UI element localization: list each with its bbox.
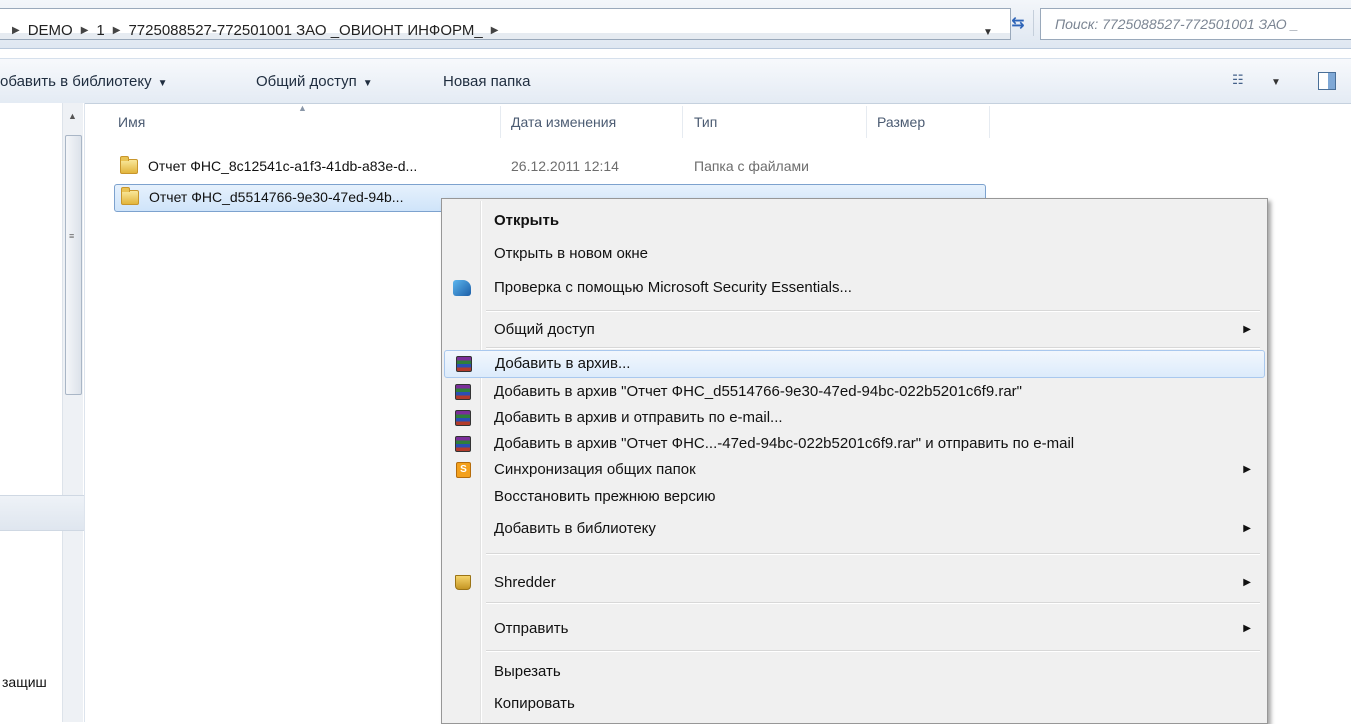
menu-item-open[interactable]: Открыть [444,208,1263,234]
menu-item-label: Вырезать [494,663,561,680]
column-header-size[interactable]: Размер [877,114,925,130]
menu-item-label: Синхронизация общих папок [494,461,696,478]
scrollbar-thumb[interactable]: ≡ [65,135,82,395]
file-name: Отчет ФНС_d5514766-9e30-47ed-94b... [149,189,404,205]
menu-item-share[interactable]: Общий доступ ▶ [444,317,1263,343]
refresh-button[interactable]: ⇆ [1003,10,1034,36]
column-header-type[interactable]: Тип [694,114,717,130]
add-to-library-label: обавить в библиотеку [0,73,152,90]
menu-item-label: Восстановить прежнюю версию [494,488,716,505]
breadcrumb-separator-icon[interactable]: ▶ [81,25,89,36]
menu-item-restore-previous-version[interactable]: Восстановить прежнюю версию [444,484,1263,510]
submenu-arrow-icon: ▶ [1243,577,1251,588]
search-placeholder: Поиск: 7725088527-772501001 ЗАО _ [1055,16,1299,32]
menu-item-label: Добавить в библиотеку [494,520,656,537]
sharepoint-sync-icon: S [456,462,471,478]
breadcrumb-separator-icon[interactable]: ▶ [113,25,121,36]
share-button[interactable]: Общий доступ ▼ [256,73,373,90]
sort-ascending-icon: ▲ [298,103,307,113]
address-dropdown-icon[interactable]: ▼ [983,27,993,38]
menu-separator [486,347,1260,349]
menu-item-shredder[interactable]: Shredder ▶ [444,570,1263,596]
winrar-icon [456,356,472,372]
menu-item-copy[interactable]: Копировать [444,691,1263,717]
file-type: Папка с файлами [694,158,809,174]
breadcrumb-separator-icon[interactable]: ▶ [12,25,20,36]
navigation-item-label[interactable]: защиш [2,674,47,690]
menu-item-label: Добавить в архив и отправить по e-mail..… [494,409,783,426]
breadcrumb[interactable]: ▶ DEMO ▶ 1 ▶ 7725088527-772501001 ЗАО _О… [0,8,1011,40]
menu-item-label: Открыть [494,212,560,229]
grip-icon: ≡ [69,231,75,241]
scroll-up-icon[interactable]: ▲ [68,111,77,121]
column-header-date[interactable]: Дата изменения [511,114,616,130]
menu-item-label: Проверка с помощью Microsoft Security Es… [494,279,852,296]
menu-item-label: Добавить в архив "Отчет ФНС...-47ed-94bc… [494,435,1075,452]
menu-item-archive-and-email[interactable]: Добавить в архив и отправить по e-mail..… [444,405,1263,431]
menu-item-sync-shared-folders[interactable]: S Синхронизация общих папок ▶ [444,457,1263,483]
winrar-icon [455,436,471,452]
security-essentials-icon [453,280,471,296]
shredder-icon [455,575,471,590]
navigation-section-divider [0,495,84,531]
folder-icon [121,187,139,205]
folder-icon [120,156,138,174]
new-folder-button[interactable]: Новая папка [443,73,530,90]
menu-item-label: Отправить [494,620,569,637]
chevron-down-icon: ▼ [362,78,373,89]
submenu-arrow-icon: ▶ [1243,523,1251,534]
menu-item-add-to-archive[interactable]: Добавить в архив... [444,350,1265,378]
menu-item-open-new-window[interactable]: Открыть в новом окне [444,241,1263,267]
menu-item-label: Добавить в архив... [495,355,631,372]
column-divider[interactable] [989,106,990,138]
menu-separator [486,310,1260,312]
chevron-down-icon[interactable]: ▼ [1271,77,1281,88]
winrar-icon [455,410,471,426]
search-input[interactable]: Поиск: 7725088527-772501001 ЗАО _ [1040,8,1351,40]
submenu-arrow-icon: ▶ [1243,623,1251,634]
menu-separator [486,650,1260,652]
context-menu: Открыть Открыть в новом окне Проверка с … [441,198,1268,724]
column-header-name[interactable]: Имя [118,114,145,130]
refresh-icon: ⇆ [1011,15,1025,32]
breadcrumb-item-demo[interactable]: DEMO [28,22,73,39]
command-bar: обавить в библиотеку ▼ Общий доступ ▼ Нова… [0,58,1351,104]
navigation-scrollbar[interactable]: ▲ ≡ [62,103,83,722]
column-divider[interactable] [500,106,501,138]
menu-item-cut[interactable]: Вырезать [444,659,1263,685]
add-to-library-button[interactable]: обавить в библиотеку ▼ [0,73,167,90]
new-folder-label: Новая папка [443,73,531,90]
share-label: Общий доступ [256,73,357,90]
menu-item-label: Shredder [494,574,556,591]
address-bar: ▶ DEMO ▶ 1 ▶ 7725088527-772501001 ЗАО _О… [0,0,1351,49]
file-date: 26.12.2011 12:14 [511,158,619,174]
breadcrumb-separator-icon[interactable]: ▶ [491,25,499,36]
menu-item-label: Добавить в архив "Отчет ФНС_d5514766-9e3… [494,383,1022,400]
column-headers: ▲ Имя Дата изменения Тип Размер [84,103,1351,143]
menu-separator [486,553,1260,555]
breadcrumb-item-1[interactable]: 1 [96,22,104,39]
breadcrumb-item-company[interactable]: 7725088527-772501001 ЗАО _ОВИОНТ ИНФОРМ_ [128,22,482,39]
file-name: Отчет ФНС_8c12541c-a1f3-41db-a83e-d... [148,158,418,174]
column-divider[interactable] [682,106,683,138]
submenu-arrow-icon: ▶ [1243,464,1251,475]
menu-item-security-scan[interactable]: Проверка с помощью Microsoft Security Es… [444,275,1263,301]
winrar-icon [455,384,471,400]
preview-pane-icon[interactable] [1318,72,1336,90]
menu-item-send-to[interactable]: Отправить ▶ [444,616,1263,642]
menu-item-add-to-named-archive[interactable]: Добавить в архив "Отчет ФНС_d5514766-9e3… [444,379,1263,405]
column-divider[interactable] [866,106,867,138]
chevron-down-icon: ▼ [157,78,168,89]
view-options-icon[interactable]: ☷ [1232,72,1246,87]
menu-item-label: Открыть в новом окне [494,245,648,262]
menu-item-label: Копировать [494,695,575,712]
file-row[interactable]: Отчет ФНС_8c12541c-a1f3-41db-a83e-d... 2… [114,154,984,180]
submenu-arrow-icon: ▶ [1243,324,1251,335]
menu-item-add-to-library[interactable]: Добавить в библиотеку ▶ [444,516,1263,542]
menu-item-named-archive-and-email[interactable]: Добавить в архив "Отчет ФНС...-47ed-94bc… [444,431,1263,457]
menu-separator [486,602,1260,604]
menu-item-label: Общий доступ [494,321,595,338]
